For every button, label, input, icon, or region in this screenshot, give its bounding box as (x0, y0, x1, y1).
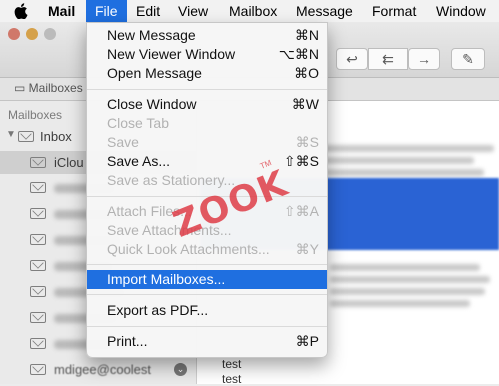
apple-menu-icon[interactable] (8, 0, 34, 22)
menu-item-label: Import Mailboxes... (107, 271, 226, 287)
menu-item-label: Save As... (107, 153, 171, 169)
mailbox-icon (30, 208, 46, 219)
menu-item-import-mailboxes[interactable]: Import Mailboxes... (87, 270, 327, 289)
mailbox-icon (30, 182, 46, 193)
menu-file[interactable]: File (86, 0, 127, 22)
menu-message[interactable]: Message (288, 0, 361, 22)
menu-item-save[interactable]: Save ⌘S (87, 133, 327, 152)
menu-item-open-message[interactable]: Open Message ⌘O (87, 64, 327, 83)
menu-item-label: New Viewer Window (107, 46, 236, 62)
menu-item-save-as-stationery[interactable]: Save as Stationery... (87, 171, 327, 190)
message-preview (324, 157, 474, 164)
menu-separator (87, 264, 327, 265)
mailbox-icon (30, 260, 46, 271)
message-preview (330, 264, 480, 271)
zoom-window-button[interactable] (44, 28, 56, 40)
favorites-mailboxes-button[interactable]: ▭ Mailboxes (14, 81, 83, 95)
menu-item-shortcut: ⇧⌘S (283, 153, 319, 169)
message-preview (324, 145, 494, 152)
reply-all-icon: ⇇ (382, 50, 394, 67)
menu-mailbox[interactable]: Mailbox (221, 0, 285, 22)
menu-item-new-viewer-window[interactable]: New Viewer Window ⌥⌘N (87, 45, 327, 64)
mailbox-icon (30, 364, 46, 375)
message-preview (324, 169, 484, 176)
menu-item-shortcut: ⌘O (294, 65, 319, 81)
menu-item-save-as[interactable]: Save As... ⇧⌘S (87, 152, 327, 171)
sidebar-item-label: iClou (54, 155, 84, 170)
message-preview (330, 276, 490, 283)
mailbox-icon (30, 157, 46, 168)
mailbox-icon (30, 234, 46, 245)
file-menu: New Message ⌘N New Viewer Window ⌥⌘N Open … (86, 22, 328, 358)
menu-item-label: Close Tab (107, 115, 170, 131)
menu-item-shortcut: ⌥⌘N (278, 46, 319, 62)
reply-icon: ↩ (346, 50, 358, 67)
menu-mail[interactable]: Mail (40, 0, 83, 22)
close-window-button[interactable] (8, 28, 20, 40)
menu-item-label: Save (107, 134, 139, 150)
menu-view[interactable]: View (170, 0, 216, 22)
minimize-window-button[interactable] (26, 28, 38, 40)
menu-format[interactable]: Format (364, 0, 424, 22)
menu-item-shortcut: ⌘S (295, 134, 319, 150)
message-snippet: test (222, 357, 242, 371)
disclosure-triangle-icon[interactable]: ▼ (6, 129, 16, 140)
sidebar-item-account[interactable]: mdigee@coolest ⌄ (0, 358, 196, 381)
menu-item-shortcut: ⌘N (294, 27, 319, 43)
menu-item-label: Export as PDF... (107, 302, 209, 318)
sidebar-item-label: mdigee@coolest (54, 362, 152, 377)
menu-item-export-as-pdf[interactable]: Export as PDF... (87, 301, 327, 320)
menu-item-quick-look-attachments[interactable]: Quick Look Attachments... ⌘Y (87, 240, 327, 259)
mailbox-icon (30, 312, 46, 323)
forward-icon: → (417, 51, 431, 67)
menu-separator (87, 294, 327, 295)
compose-icon: ✎ (462, 50, 474, 67)
compose-button[interactable]: ✎ (451, 48, 485, 70)
reply-all-button[interactable]: ⇇ (368, 48, 408, 70)
sidebar-item-label: Inbox (40, 129, 72, 144)
menu-item-label: Print... (107, 333, 148, 349)
menu-item-shortcut: ⇧⌘A (283, 203, 319, 219)
menu-item-shortcut: ⌘Y (295, 241, 319, 257)
menu-edit[interactable]: Edit (128, 0, 168, 22)
mailbox-icon (30, 286, 46, 297)
menu-item-label: Open Message (107, 65, 202, 81)
menu-item-label: New Message (107, 27, 196, 43)
mailbox-icon (30, 338, 46, 349)
inbox-icon (18, 131, 34, 142)
menu-window[interactable]: Window (428, 0, 494, 22)
message-preview (330, 288, 485, 295)
menu-item-new-message[interactable]: New Message ⌘N (87, 26, 327, 45)
menu-separator (87, 326, 327, 327)
sidebar-header: Mailboxes (8, 108, 63, 122)
reply-button[interactable]: ↩ (336, 48, 368, 70)
menu-item-close-window[interactable]: Close Window ⌘W (87, 95, 327, 114)
menu-item-shortcut: ⌘P (295, 333, 319, 349)
forward-button[interactable]: → (408, 48, 440, 70)
message-preview (330, 300, 470, 307)
menu-item-print[interactable]: Print... ⌘P (87, 332, 327, 351)
favorites-mailboxes-label: Mailboxes (28, 81, 83, 95)
chevron-down-icon[interactable]: ⌄ (174, 363, 187, 376)
menu-separator (87, 89, 327, 90)
menu-item-close-tab[interactable]: Close Tab (87, 114, 327, 133)
menu-item-shortcut: ⌘W (291, 96, 319, 112)
menu-bar: Mail File Edit View Mailbox Message Form… (0, 0, 499, 23)
menu-item-label: Close Window (107, 96, 197, 112)
